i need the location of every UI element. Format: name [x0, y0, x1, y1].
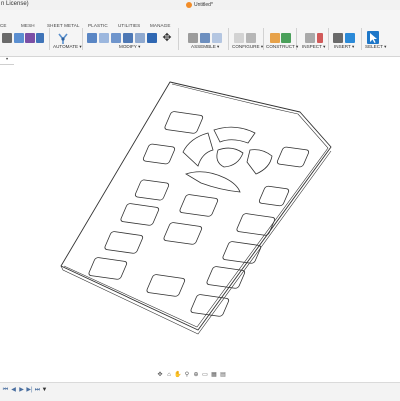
timeline-marker-icon[interactable]: ▼ [41, 387, 48, 394]
group-assemble[interactable]: ASSEMBLE ▾ [191, 44, 219, 50]
as-built-joint-icon[interactable] [212, 33, 222, 43]
sketch-tool-icon[interactable] [36, 33, 44, 43]
chevron-down-icon: ▾ [217, 44, 220, 49]
automate-icon[interactable] [57, 32, 69, 44]
timeline-start-icon[interactable]: ⏮ [2, 387, 9, 394]
press-pull-icon[interactable] [87, 33, 97, 43]
model-drawing [60, 81, 332, 335]
group-select-label: SELECT [365, 44, 383, 49]
chevron-down-icon: ▾ [260, 44, 264, 49]
shell-icon[interactable] [123, 33, 133, 43]
browser-dot-icon: • [5, 57, 9, 63]
viewports-icon[interactable]: ▤ [219, 371, 227, 379]
app-logo-icon [186, 2, 192, 8]
timeline-forward-icon[interactable]: ▶| [26, 387, 33, 394]
grid-settings-icon[interactable]: ▦ [210, 371, 218, 379]
group-automate[interactable]: AUTOMATE ▾ [53, 44, 82, 50]
group-select[interactable]: SELECT ▾ [365, 44, 386, 50]
tab-utilities[interactable]: UTILITIES [118, 23, 140, 28]
group-modify[interactable]: MODIFY ▾ [119, 44, 140, 50]
keypad-cover-model [60, 81, 332, 335]
tab-sheet-metal[interactable]: SHEET METAL [47, 23, 80, 28]
scale-icon[interactable] [135, 33, 145, 43]
group-configure[interactable]: CONFIGURE ▾ [232, 44, 263, 50]
configure-table-icon[interactable] [246, 33, 256, 43]
keypad-holes [88, 111, 310, 317]
measure-icon[interactable] [305, 33, 315, 43]
timeline-play-icon[interactable]: ▶ [18, 387, 25, 394]
group-inspect-label: INSPECT [302, 44, 322, 49]
separator [82, 28, 83, 50]
fit-icon[interactable]: ⊕ [192, 371, 200, 379]
home-view-icon[interactable]: ⌂ [165, 371, 173, 379]
display-settings-icon[interactable]: ▭ [201, 371, 209, 379]
tab-plastic[interactable]: PLASTIC [88, 23, 108, 28]
group-insert-label: INSERT [334, 44, 351, 49]
joint-icon[interactable] [200, 33, 210, 43]
axis-icon[interactable] [281, 33, 291, 43]
form-icon[interactable] [25, 33, 35, 43]
orbit-icon[interactable]: ✥ [156, 371, 164, 379]
chevron-down-icon: ▾ [384, 44, 387, 49]
zoom-icon[interactable]: ⚲ [183, 371, 191, 379]
document-tab[interactable]: Untitled* [186, 0, 213, 10]
offset-plane-icon[interactable] [270, 33, 280, 43]
separator [228, 28, 229, 50]
group-construct-label: CONSTRUCT [266, 44, 295, 49]
document-title: Untitled* [194, 2, 213, 8]
tab-mesh[interactable]: MESH [21, 23, 35, 28]
navigation-bar: ✥ ⌂ ✋ ⚲ ⊕ ▭ ▦ ▤ [156, 370, 227, 379]
chevron-down-icon: ▾ [351, 44, 355, 49]
interference-icon[interactable] [317, 33, 323, 43]
separator [49, 28, 50, 50]
new-component-icon[interactable] [188, 33, 198, 43]
tab-solid[interactable]: CE [0, 23, 7, 28]
insert-derive-icon[interactable] [333, 33, 343, 43]
chevron-down-icon: ▾ [323, 44, 326, 49]
group-construct[interactable]: CONSTRUCT ▾ [266, 44, 298, 50]
separator [361, 28, 362, 50]
group-configure-label: CONFIGURE [232, 44, 260, 49]
browser-divider [0, 64, 14, 65]
fillet-icon[interactable] [99, 33, 109, 43]
separator [328, 28, 329, 50]
combine-icon[interactable] [147, 33, 157, 43]
timeline-end-icon[interactable]: ⏭ [34, 387, 41, 394]
create-tool-icon[interactable] [2, 33, 12, 43]
insert-image-icon[interactable] [345, 33, 355, 43]
pan-icon[interactable]: ✋ [174, 371, 182, 379]
group-modify-label: MODIFY [119, 44, 137, 49]
chamfer-icon[interactable] [111, 33, 121, 43]
chevron-down-icon: ▾ [296, 44, 299, 49]
parameters-icon[interactable] [234, 33, 244, 43]
move-icon[interactable]: ✥ [161, 32, 173, 44]
select-tool[interactable] [367, 31, 379, 44]
timeline-back-icon[interactable]: ◀ [10, 387, 17, 394]
extrude-icon[interactable] [14, 33, 24, 43]
group-automate-label: AUTOMATE [53, 44, 79, 49]
chevron-down-icon: ▾ [79, 44, 82, 49]
group-insert[interactable]: INSERT ▾ [334, 44, 354, 50]
tab-manage[interactable]: MANAGE [150, 23, 171, 28]
viewport-canvas[interactable] [0, 66, 400, 368]
group-assemble-label: ASSEMBLE [191, 44, 216, 49]
license-text: n License) [1, 1, 29, 7]
separator [178, 28, 179, 50]
timeline-bar: ⏮ ◀ ▶ ▶| ⏭ ▼ [0, 382, 400, 401]
chevron-down-icon: ▾ [138, 44, 141, 49]
group-inspect[interactable]: INSPECT ▾ [302, 44, 325, 50]
